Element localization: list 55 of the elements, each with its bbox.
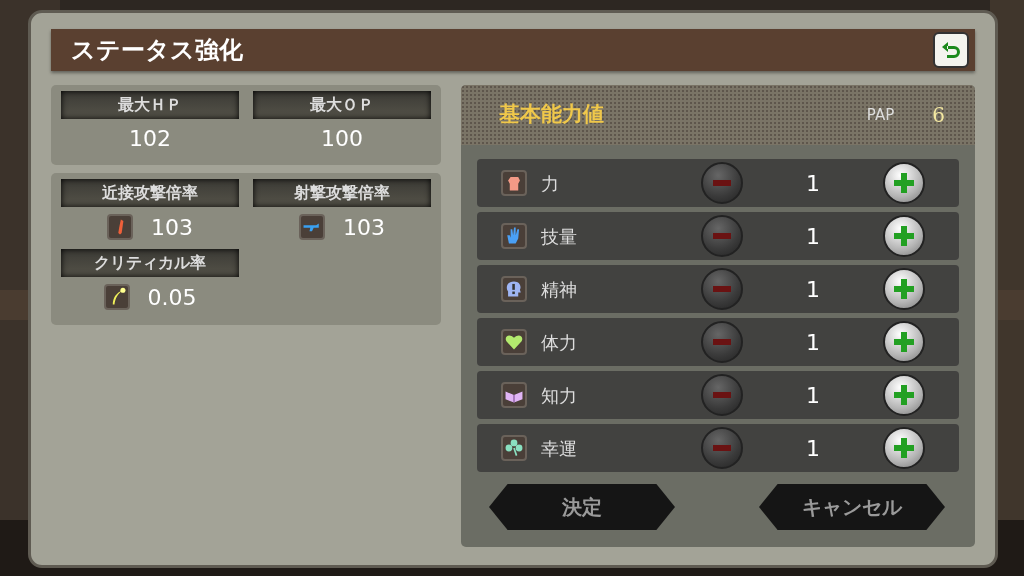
points-label: PAP [866, 104, 895, 126]
clover-icon [501, 435, 527, 461]
plus-button[interactable] [883, 374, 925, 416]
sword-icon [107, 214, 133, 240]
minus-icon [713, 445, 731, 451]
book-icon [501, 382, 527, 408]
plus-button[interactable] [883, 215, 925, 257]
stat-value: 103 [151, 213, 193, 242]
stat-value: 1 [805, 434, 821, 463]
plus-icon [892, 224, 916, 248]
stat-value: 103 [343, 213, 385, 242]
plus-icon [892, 330, 916, 354]
stat-label: 最大ＯＰ [253, 91, 431, 119]
plus-icon [892, 436, 916, 460]
confirm-button[interactable]: 決定 [489, 484, 675, 530]
minus-icon [713, 392, 731, 398]
minus-icon [713, 286, 731, 292]
stat-label: 近接攻撃倍率 [61, 179, 239, 207]
stat-value: 100 [320, 125, 364, 153]
plus-icon [892, 171, 916, 195]
stat-label: 最大ＨＰ [61, 91, 239, 119]
minus-icon [713, 339, 731, 345]
section-title: 基本能力値 [499, 101, 605, 129]
stat-name: 知力 [541, 383, 578, 408]
plus-icon [892, 383, 916, 407]
gun-icon [299, 214, 325, 240]
plus-button[interactable] [883, 162, 925, 204]
hand-icon [501, 223, 527, 249]
stat-name: 精神 [541, 277, 578, 302]
stat-name: 体力 [541, 330, 578, 355]
points-value: 6 [932, 102, 945, 129]
plus-button[interactable] [883, 427, 925, 469]
fist-icon [501, 170, 527, 196]
head-icon [501, 276, 527, 302]
minus-icon [713, 233, 731, 239]
window-title: ステータス強化 [71, 35, 243, 66]
plus-button[interactable] [883, 268, 925, 310]
minus-icon [713, 180, 731, 186]
stat-value: 1 [805, 275, 821, 304]
stat-value: 0.05 [147, 283, 197, 312]
stat-value: 1 [805, 169, 821, 198]
spark-icon [103, 284, 130, 310]
plus-button[interactable] [883, 321, 925, 363]
stat-label: 射撃攻撃倍率 [253, 179, 431, 207]
stat-value: 102 [128, 125, 172, 153]
stat-name: 力 [541, 171, 560, 196]
stat-value: 1 [805, 222, 821, 251]
stat-label: クリティカル率 [61, 249, 239, 277]
back-button[interactable] [933, 32, 969, 68]
cancel-button[interactable]: キャンセル [759, 484, 945, 530]
stat-value: 1 [805, 328, 821, 357]
stat-name: 幸運 [541, 436, 578, 461]
stat-name: 技量 [541, 224, 578, 249]
stat-value: 1 [805, 381, 821, 410]
plus-icon [892, 277, 916, 301]
